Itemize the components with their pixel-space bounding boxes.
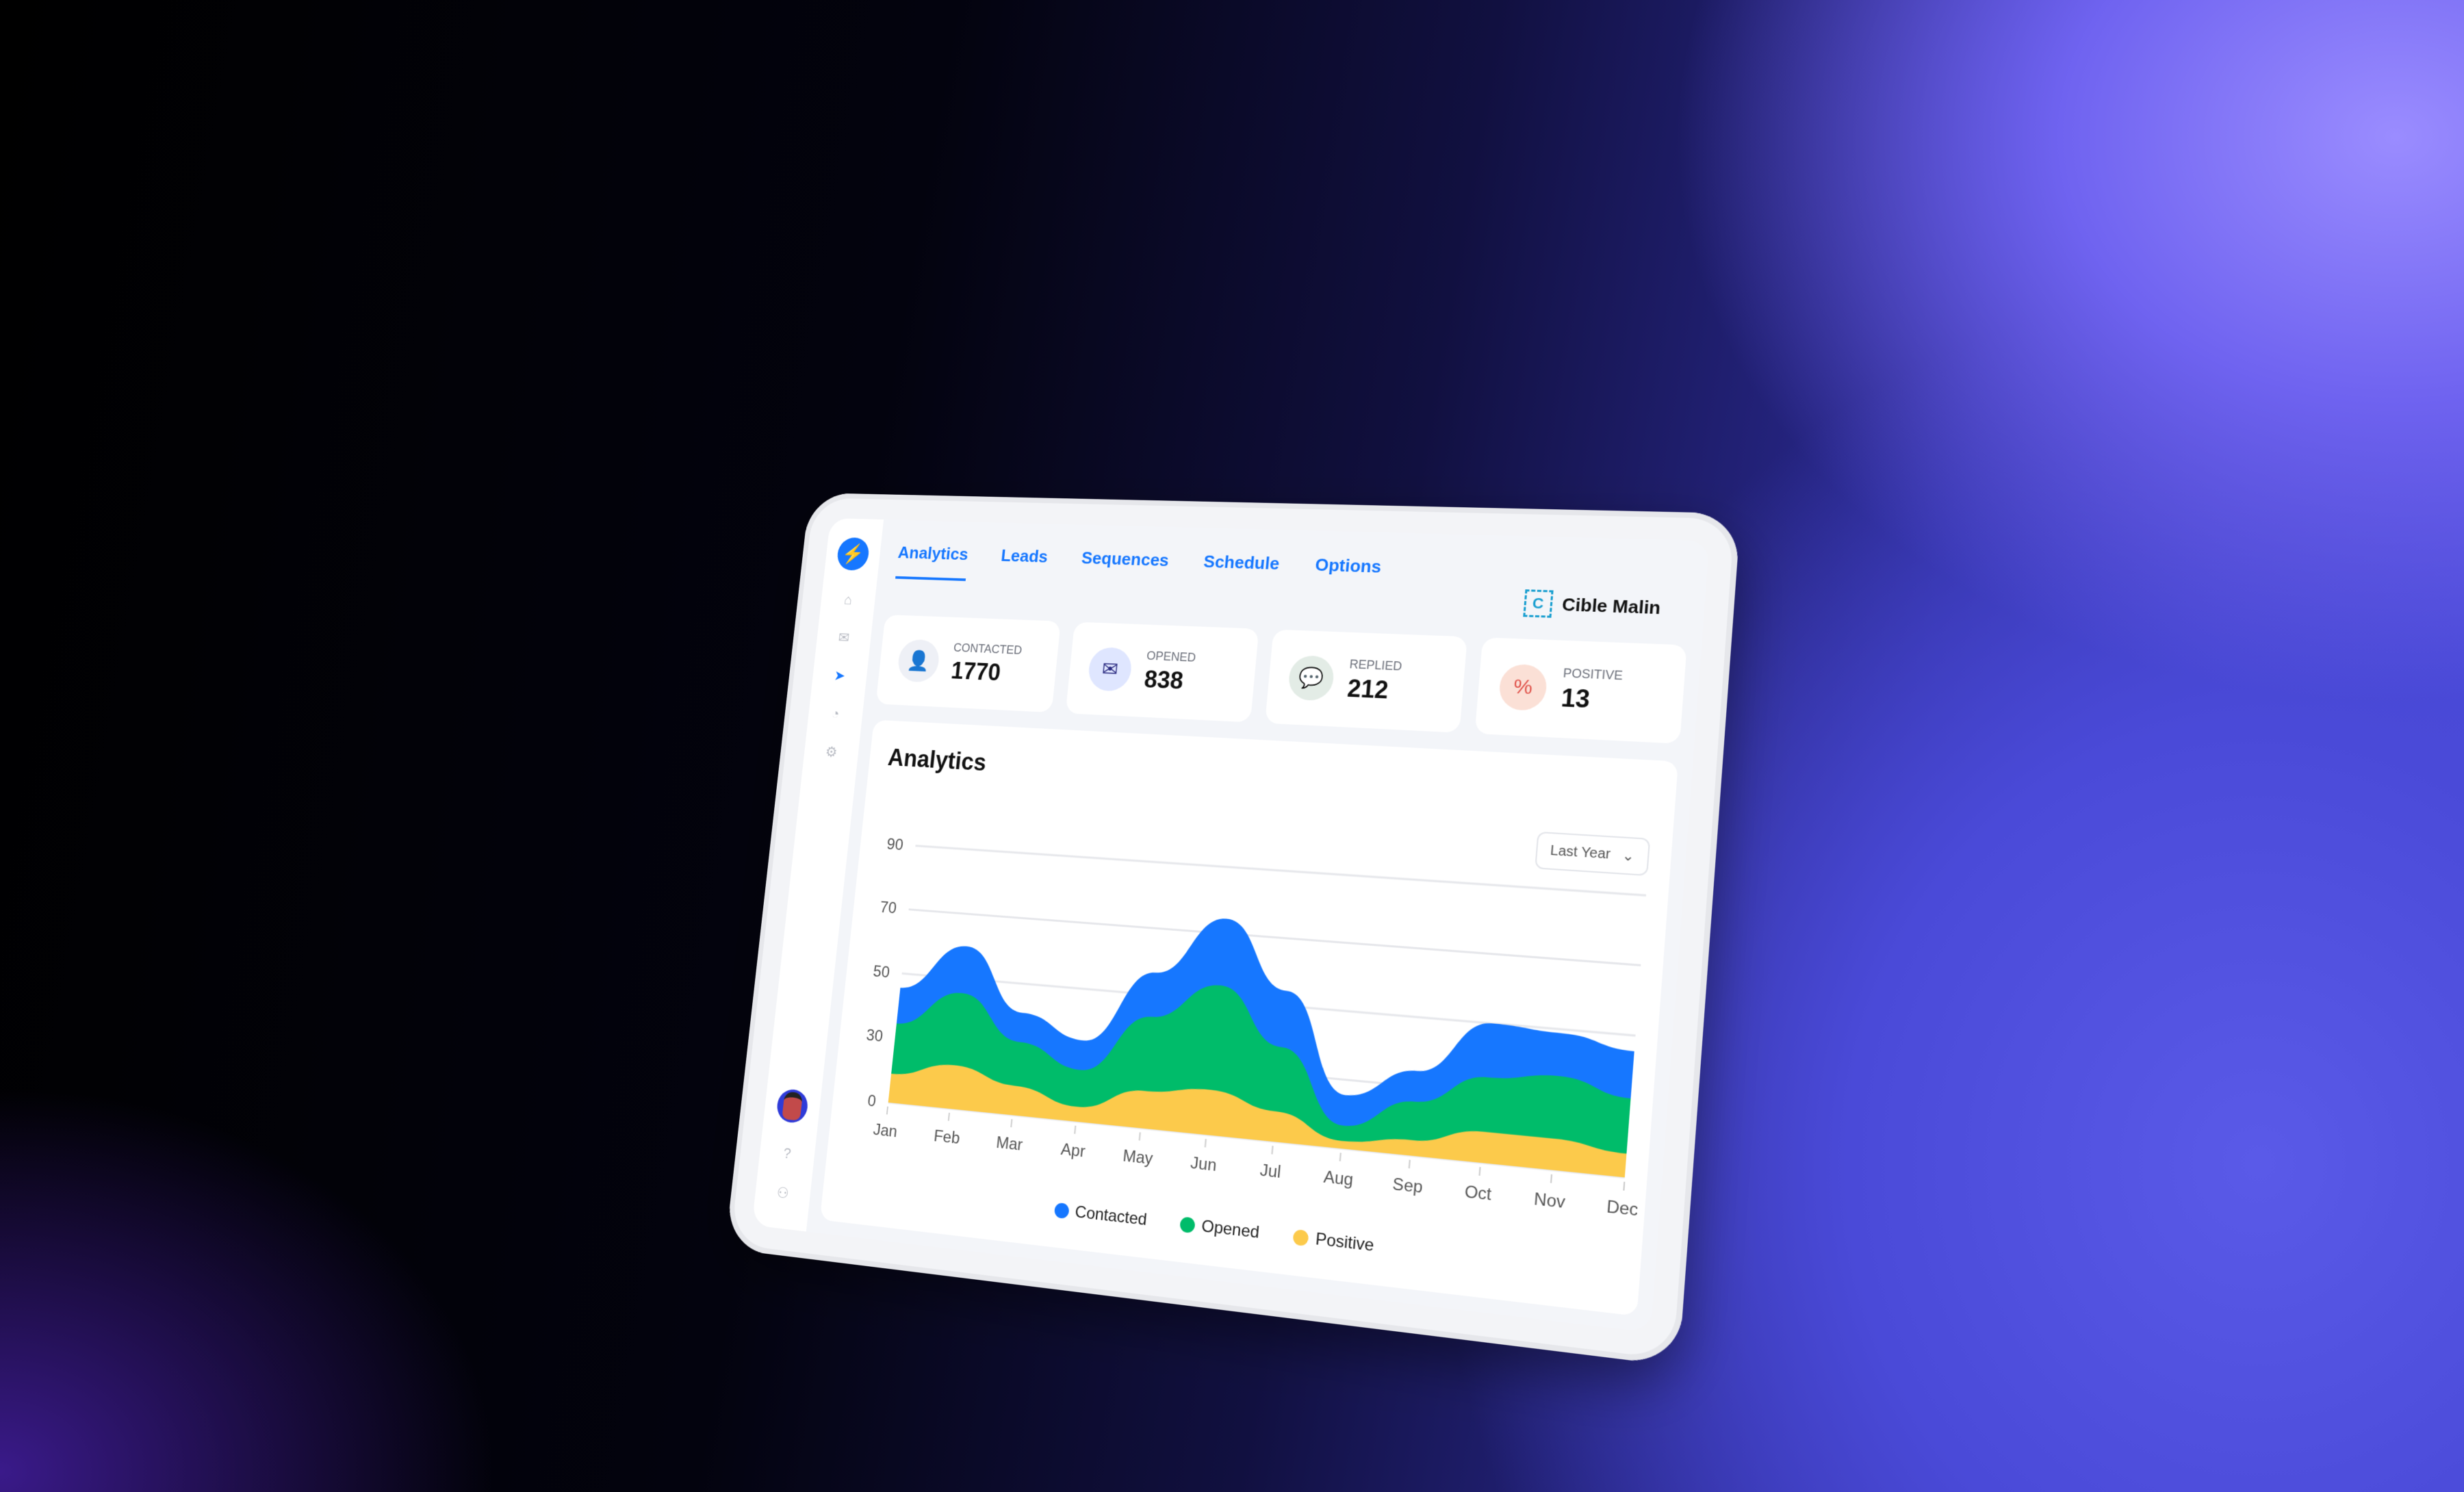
x-tick-label: Oct	[1464, 1181, 1493, 1204]
x-tick-label: Jul	[1259, 1160, 1282, 1181]
avatar-face	[782, 1091, 804, 1121]
tab-options[interactable]: Options	[1313, 554, 1382, 595]
tablet-device: ⚡ ⌂ ✉ ➤ ◔ ⚙ ? ⚇ Analytics Leads Sequence…	[725, 492, 1741, 1367]
lightning-bolt-icon[interactable]: ⚡	[836, 537, 871, 571]
tab-schedule[interactable]: Schedule	[1201, 552, 1280, 591]
legend-dot-icon	[1179, 1216, 1196, 1234]
legend-item-positive[interactable]: Positive	[1292, 1227, 1375, 1256]
x-tick-label: Aug	[1323, 1167, 1355, 1189]
legend-label: Positive	[1314, 1229, 1375, 1256]
open-envelope-icon: ✉	[1086, 646, 1133, 692]
analytics-panel: Analytics Last Year ⌄ 0 30 50 70 90 Jan Feb Mar…	[819, 719, 1679, 1317]
x-tick-label: Sep	[1392, 1174, 1424, 1196]
legend-dot-icon	[1292, 1229, 1309, 1247]
chat-icon[interactable]: ◔	[827, 706, 844, 723]
x-tick-label: Jan	[873, 1120, 899, 1140]
tab-bar: Analytics Leads Sequences Schedule Optio…	[895, 542, 1382, 595]
grid-line	[909, 910, 1641, 966]
stat-card-contacted: 👤 CONTACTED 1770	[875, 615, 1061, 713]
y-tick-label: 30	[865, 1026, 884, 1046]
y-tick-label: 50	[873, 962, 891, 981]
tab-leads[interactable]: Leads	[999, 545, 1049, 584]
app-screen: ⚡ ⌂ ✉ ➤ ◔ ⚙ ? ⚇ Analytics Leads Sequence…	[752, 518, 1710, 1333]
user-icon: 👤	[896, 639, 941, 683]
x-tick	[1409, 1160, 1410, 1168]
range-select-value: Last Year	[1550, 843, 1611, 862]
help-icon[interactable]: ?	[778, 1144, 796, 1163]
x-tick	[1205, 1139, 1206, 1147]
brand-name: Cible Malin	[1561, 593, 1662, 618]
brand: C Cible Malin	[1522, 589, 1662, 621]
stat-label: CONTACTED	[953, 641, 1023, 657]
home-icon[interactable]: ⌂	[839, 591, 856, 608]
stat-label: OPENED	[1146, 648, 1197, 665]
stat-label: POSITIVE	[1563, 665, 1624, 682]
stat-value: 838	[1143, 665, 1185, 695]
legend-label: Contacted	[1074, 1202, 1148, 1230]
x-tick	[1011, 1119, 1012, 1127]
y-tick-label: 70	[880, 898, 898, 917]
x-tick	[1551, 1174, 1552, 1183]
x-tick-label: Mar	[995, 1133, 1024, 1154]
stat-label: REPLIED	[1348, 656, 1403, 673]
stats-row: 👤 CONTACTED 1770 ✉ OPENED 838 💬 REPLIED 212…	[875, 615, 1687, 744]
x-tick-label: May	[1122, 1146, 1154, 1168]
stat-value: 1770	[949, 656, 1002, 686]
stat-card-opened: ✉ OPENED 838	[1065, 621, 1259, 723]
tab-analytics[interactable]: Analytics	[895, 542, 969, 581]
settings-icon[interactable]: ⚙	[823, 743, 840, 761]
area-chart: 0 30 50 70 90 Jan Feb Mar Apr May Jun Jul Aug Sep Oct N…	[865, 834, 1663, 1220]
stat-value: 13	[1560, 683, 1591, 713]
avatar[interactable]	[775, 1088, 810, 1124]
legend-label: Opened	[1201, 1216, 1261, 1243]
x-tick	[1479, 1167, 1480, 1176]
chevron-down-icon: ⌄	[1621, 848, 1635, 865]
stat-card-positive: % POSITIVE 13	[1474, 637, 1687, 744]
x-tick	[1340, 1153, 1341, 1161]
legend-dot-icon	[1053, 1202, 1070, 1220]
stat-card-replied: 💬 REPLIED 212	[1265, 629, 1467, 733]
x-tick-label: Dec	[1606, 1196, 1639, 1220]
panel-title: Analytics	[886, 743, 988, 776]
chat-bubbles-icon: 💬	[1287, 654, 1336, 702]
mail-icon[interactable]: ✉	[835, 629, 852, 646]
x-tick	[887, 1107, 888, 1115]
legend-item-opened[interactable]: Opened	[1179, 1214, 1260, 1243]
main-content: Analytics Leads Sequences Schedule Optio…	[806, 519, 1710, 1333]
brand-logo-icon: C	[1522, 589, 1554, 618]
x-tick-label: Feb	[933, 1126, 961, 1147]
x-tick-label: Nov	[1533, 1189, 1566, 1212]
x-tick-label: Jun	[1190, 1153, 1217, 1174]
tab-sequences[interactable]: Sequences	[1079, 548, 1170, 588]
y-tick-label: 90	[886, 834, 904, 853]
x-tick-label: Apr	[1060, 1140, 1086, 1161]
y-tick-label: 0	[867, 1091, 877, 1110]
percent-badge-icon: %	[1498, 663, 1548, 712]
user-settings-icon[interactable]: ⚇	[774, 1183, 792, 1202]
send-icon[interactable]: ➤	[831, 667, 848, 684]
stat-value: 212	[1346, 673, 1390, 704]
legend-item-contacted[interactable]: Contacted	[1053, 1200, 1148, 1231]
